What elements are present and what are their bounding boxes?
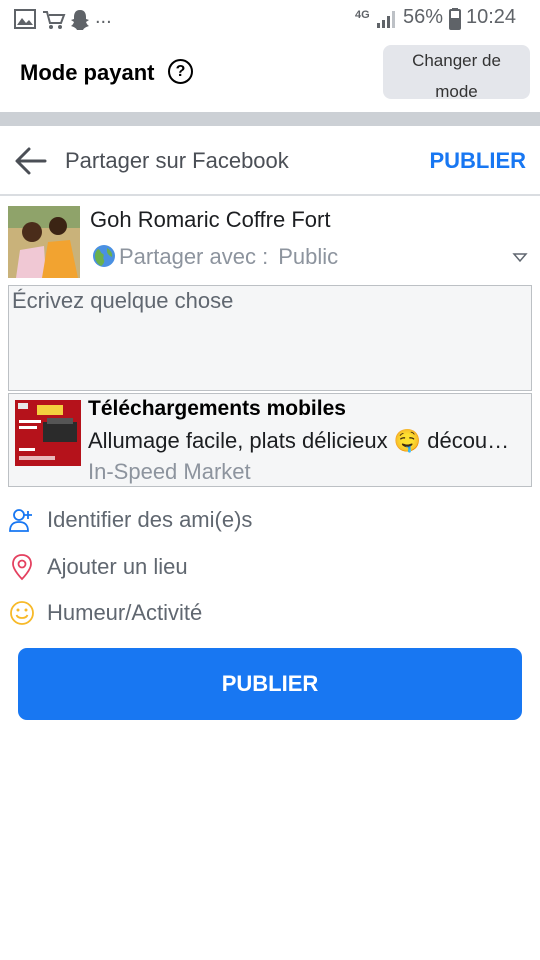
mode-bar: Mode payant ? Changer de mode (0, 38, 540, 112)
header-publish-button[interactable]: PUBLIER (429, 148, 526, 174)
link-title: Téléchargements mobiles (88, 397, 346, 420)
page-title: Partager sur Facebook (65, 148, 289, 173)
post-text-placeholder: Écrivez quelque chose (12, 288, 234, 313)
avatar (8, 206, 80, 278)
back-arrow-icon[interactable] (14, 146, 48, 176)
smiley-icon (10, 601, 34, 625)
add-location-action[interactable]: Ajouter un lieu (8, 547, 532, 587)
status-bar: ... 4G 56% 10:24 (0, 0, 540, 38)
add-location-label: Ajouter un lieu (47, 554, 188, 579)
feeling-activity-action[interactable]: Humeur/Activité (8, 593, 532, 633)
signal-icon (377, 11, 395, 28)
gallery-icon (14, 9, 36, 29)
post-text-area[interactable]: Écrivez quelque chose (8, 285, 532, 391)
user-name: Goh Romaric Coffre Fort (90, 207, 331, 232)
tag-friends-action[interactable]: Identifier des ami(e)s (8, 500, 532, 540)
share-with-value: Public (278, 244, 339, 269)
change-mode-label-line2: mode (435, 82, 478, 101)
clock: 10:24 (466, 6, 517, 28)
location-pin-icon (12, 554, 32, 581)
notification-more: ... (95, 6, 112, 28)
link-preview-card[interactable]: Téléchargements mobiles Allumage facile,… (8, 393, 532, 487)
publish-button[interactable]: PUBLIER (18, 648, 522, 720)
battery-percent: 56% (403, 6, 444, 28)
mode-title: Mode payant (20, 60, 155, 85)
add-friend-icon (9, 509, 32, 532)
privacy-selector[interactable]: Partager avec : Public (119, 244, 338, 270)
shopping-cart-icon (43, 11, 66, 29)
share-header: Partager sur Facebook PUBLIER (0, 126, 540, 196)
globe-icon (93, 245, 115, 267)
change-mode-button[interactable]: Changer de mode (383, 45, 530, 101)
help-icon[interactable]: ? (168, 59, 193, 84)
separator (0, 112, 540, 126)
link-thumbnail (15, 400, 81, 466)
tag-friends-label: Identifier des ami(e)s (47, 507, 253, 532)
feeling-activity-label: Humeur/Activité (47, 600, 203, 625)
link-source: In-Speed Market (88, 459, 251, 484)
share-with-label: Partager avec : (119, 244, 269, 269)
snapchat-icon (71, 10, 89, 30)
change-mode-label-line1: Changer de (412, 51, 501, 70)
chevron-down-icon[interactable] (512, 252, 528, 264)
battery-icon (449, 8, 461, 30)
network-type: 4G (355, 9, 370, 21)
link-description: Allumage facile, plats délicieux 🤤 décou… (88, 428, 520, 453)
